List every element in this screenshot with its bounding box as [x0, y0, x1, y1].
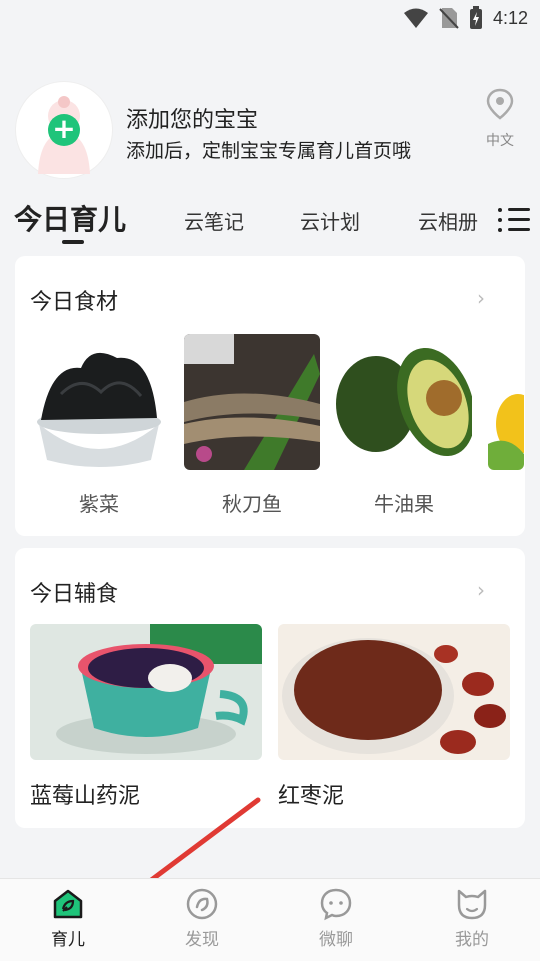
compass-icon	[186, 888, 218, 920]
ingredient-label: 紫菜	[79, 492, 119, 516]
saury-image	[184, 334, 320, 470]
ingredient-item[interactable]: 秋刀鱼	[184, 334, 320, 517]
no-sim-icon	[439, 8, 459, 29]
cat-face-icon	[457, 889, 487, 920]
nav-label: 发现	[185, 930, 219, 950]
avocado-image	[336, 334, 472, 470]
profile-title: 添加您的宝宝	[126, 108, 259, 133]
corn-image	[488, 334, 524, 470]
status-bar: 4:12	[0, 0, 540, 36]
ingredients-title: 今日食材	[30, 290, 119, 315]
nav-chat[interactable]: 微聊	[296, 887, 376, 950]
baby-profile-header[interactable]: + 添加您的宝宝 添加后，定制宝宝专属育儿首页哦 中文	[16, 82, 526, 182]
blueberry-yam-puree-image	[30, 624, 262, 760]
ingredient-item[interactable]: 牛油果	[336, 334, 472, 517]
status-icons: 4:12	[403, 6, 528, 30]
home-leaf-icon	[53, 889, 83, 919]
nav-parenting[interactable]: 育儿	[28, 887, 108, 950]
menu-list-icon[interactable]	[498, 206, 530, 234]
ingredient-label: 牛油果	[374, 492, 434, 516]
nav-label: 微聊	[319, 930, 353, 950]
nav-label: 我的	[455, 930, 489, 950]
nav-label: 育儿	[51, 930, 85, 950]
tab-cloud-plan[interactable]: 云计划	[300, 206, 360, 235]
language-selector[interactable]: 中文	[480, 88, 520, 150]
profile-subtitle: 添加后，定制宝宝专属育儿首页哦	[126, 140, 412, 162]
baby-avatar[interactable]: +	[16, 82, 112, 178]
add-baby-plus-icon[interactable]: +	[48, 114, 80, 146]
tab-today-parenting[interactable]: 今日育儿	[14, 198, 126, 238]
tab-cloud-album[interactable]: 云相册	[418, 206, 478, 235]
nav-mine[interactable]: 我的	[432, 887, 512, 950]
language-label: 中文	[486, 133, 514, 149]
top-tabs: 今日育儿 云笔记 云计划 云相册	[14, 196, 530, 246]
food-item[interactable]: 蓝莓山药泥	[30, 624, 262, 810]
active-tab-indicator	[62, 240, 84, 244]
nav-discover[interactable]: 发现	[162, 887, 242, 950]
location-pin-icon	[486, 88, 514, 120]
seaweed-image	[31, 334, 167, 470]
ingredient-label: 秋刀鱼	[222, 492, 282, 516]
tab-cloud-notes[interactable]: 云笔记	[184, 206, 244, 235]
ingredient-item-partial[interactable]	[488, 334, 524, 470]
complementary-title: 今日辅食	[30, 582, 119, 607]
today-complementary-food-card: 今日辅食 › 蓝莓山药泥 红枣泥	[15, 548, 525, 828]
battery-charging-icon	[469, 6, 482, 29]
food-item[interactable]: 红枣泥	[278, 624, 510, 810]
ingredients-more-chevron-icon[interactable]: ›	[477, 286, 485, 310]
wifi-icon	[403, 8, 428, 28]
complementary-more-chevron-icon[interactable]: ›	[477, 578, 485, 602]
status-time: 4:12	[492, 7, 528, 28]
chat-icon	[320, 888, 352, 921]
ingredient-item[interactable]: 紫菜	[31, 334, 167, 517]
today-ingredients-card: 今日食材 › 紫菜 秋刀鱼 牛油果	[15, 256, 525, 536]
bottom-navigation: 育儿 发现 微聊 我的	[0, 878, 540, 961]
food-label: 红枣泥	[278, 784, 345, 809]
red-date-puree-image	[278, 624, 510, 760]
